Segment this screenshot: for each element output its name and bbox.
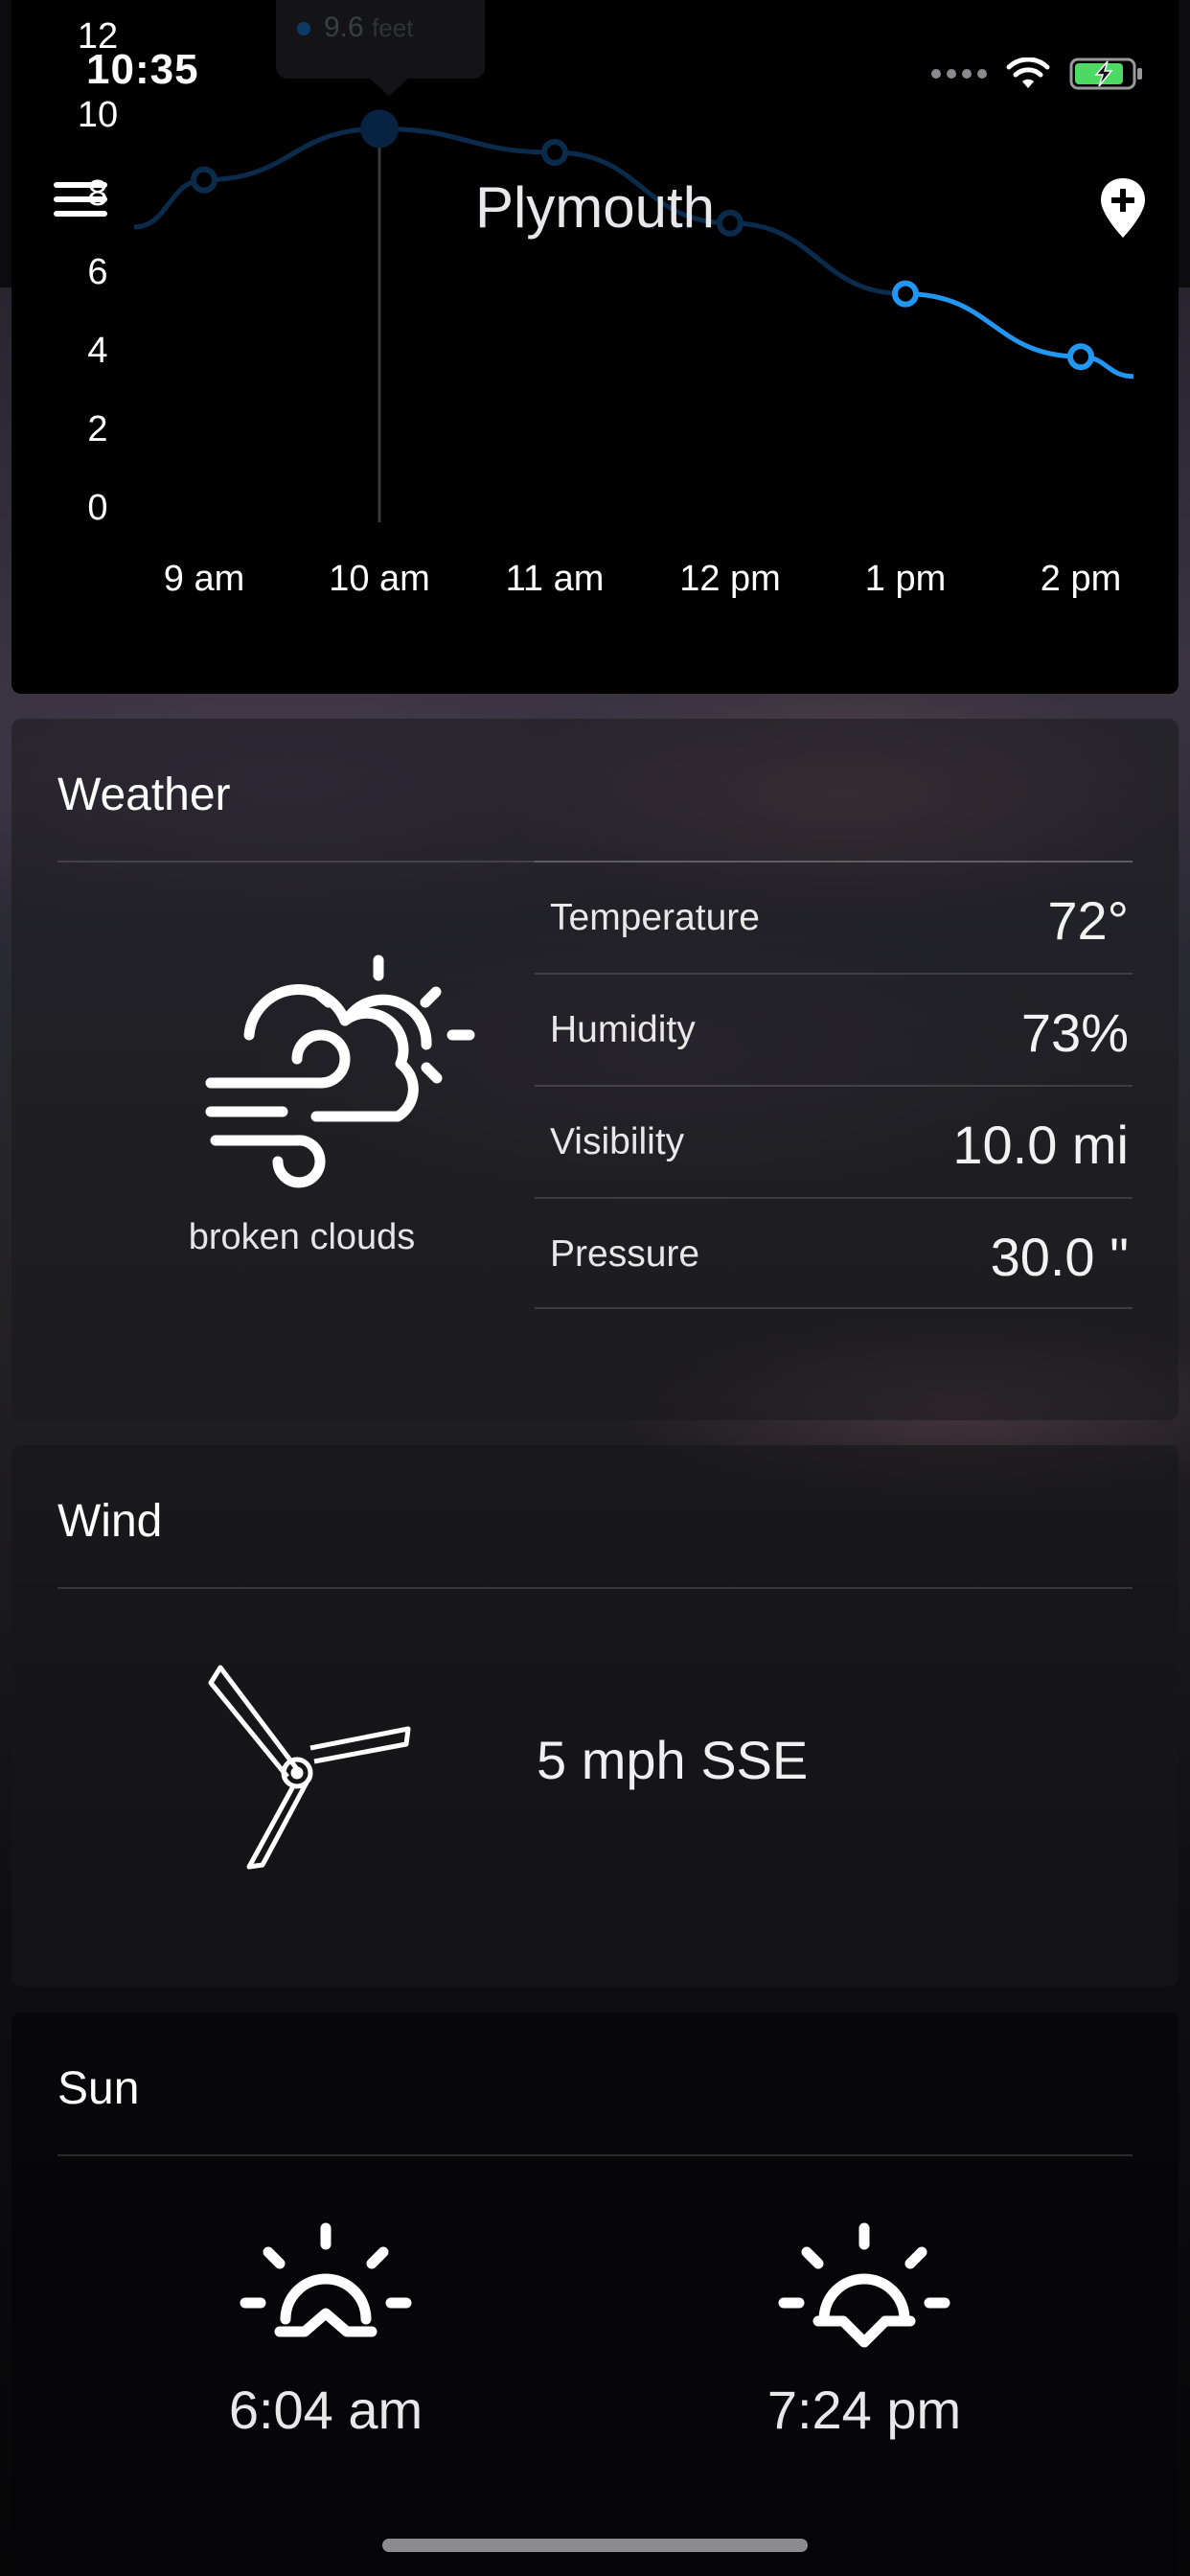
wind-turbine-icon [201,1648,422,1878]
metric-label: Pressure [550,1233,700,1275]
city-title: Plymouth [474,175,716,240]
weather-description: broken clouds [188,1217,416,1257]
y-tick-label: 2 [87,409,107,449]
sun-divider [57,2154,1133,2156]
metric-value: 72° [1047,890,1129,951]
metric-value: 10.0 mi [952,1115,1129,1175]
tide-line-future [904,291,1134,380]
status-bar: 10:35 [0,0,1190,125]
wind-cloud-sun-icon [192,939,498,1188]
sunrise-time: 6:04 am [228,2380,423,2440]
x-tick-label: 2 pm [1041,559,1121,599]
sunset-icon [778,2222,950,2348]
sunrise-icon [240,2222,412,2337]
cellular-signal-icon [931,69,987,79]
metric-row-temperature: Temperature 72° [535,861,1133,973]
nav-header: Plymouth [0,144,1190,268]
wind-value: 5 mph SSE [537,1730,809,1790]
x-tick-label: 10 am [329,559,430,599]
wifi-icon [1006,58,1050,88]
wind-title: Wind [57,1496,163,1547]
weather-metrics: Temperature 72° Humidity 73% Visibility … [535,861,1133,1309]
wind-divider [57,1587,1133,1589]
status-time: 10:35 [86,46,199,93]
metric-row-visibility: Visibility 10.0 mi [535,1085,1133,1197]
metric-label: Visibility [550,1121,685,1162]
add-location-pin-icon[interactable] [1098,176,1148,240]
x-tick-label: 9 am [164,559,244,599]
x-tick-label: 12 pm [679,559,781,599]
weather-title: Weather [57,770,231,820]
tide-point [892,280,919,308]
sunset-time: 7:24 pm [767,2380,962,2440]
y-tick-label: 4 [87,331,107,371]
tide-point [1067,343,1094,371]
x-tick-label: 11 am [506,559,605,599]
metric-label: Humidity [550,1009,696,1050]
home-indicator[interactable] [382,2539,808,2552]
sunset-block: 7:24 pm [721,2214,1008,2440]
sun-title: Sun [57,2063,140,2114]
battery-charging-icon [1069,58,1142,90]
wind-card: Wind [11,1445,1179,1987]
metric-label: Temperature [550,897,760,938]
metric-row-pressure: Pressure 30.0 " [535,1197,1133,1309]
x-tick-label: 1 pm [865,559,946,599]
y-tick-label: 0 [87,488,107,528]
metric-value: 73% [1020,1002,1129,1063]
sunrise-block: 6:04 am [182,2214,469,2440]
metric-value: 30.0 " [990,1227,1129,1287]
status-icons [931,50,1144,98]
metric-row-humidity: Humidity 73% [535,973,1133,1085]
